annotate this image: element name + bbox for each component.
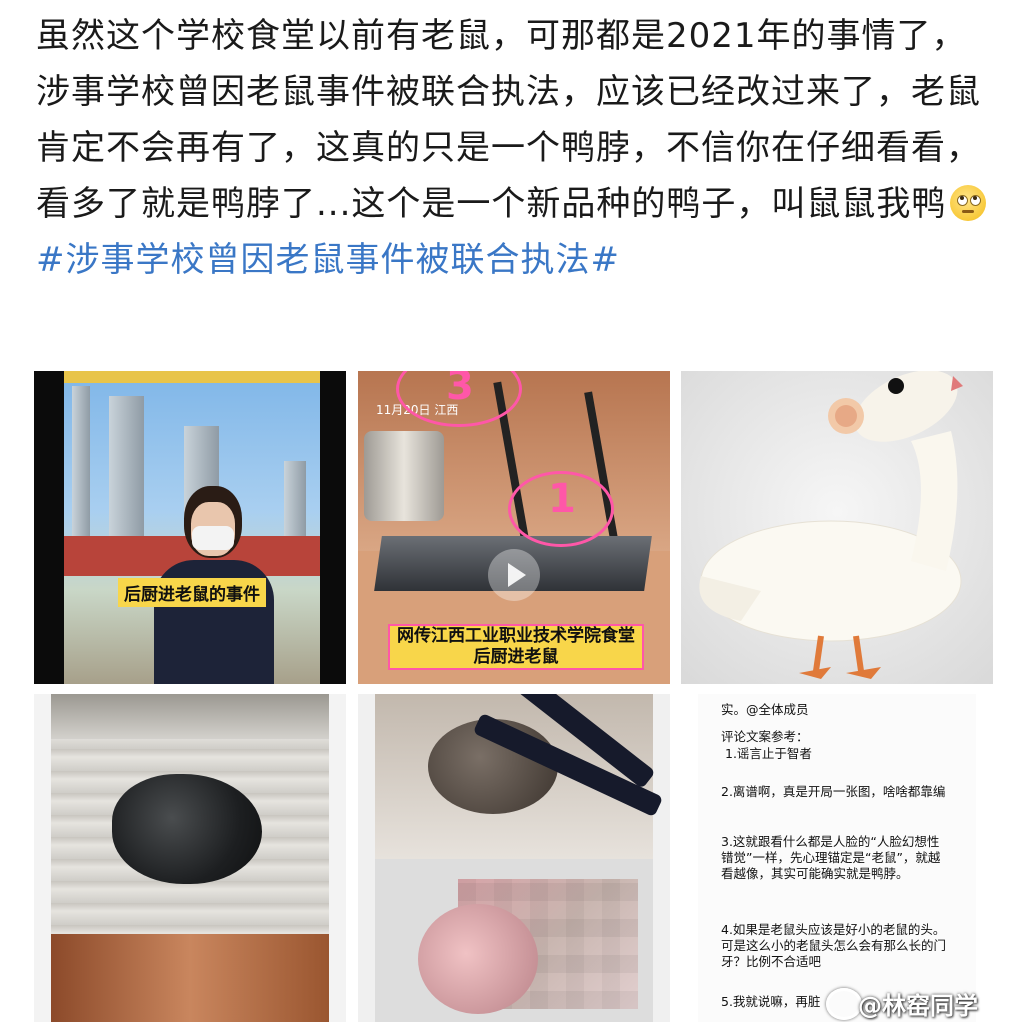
chat-line: 1.谣言止于智者 (725, 746, 812, 761)
caption-line-1: 网传江西工业职业技术学院食堂 (397, 626, 635, 646)
steel-pot (364, 431, 444, 521)
image-hairball[interactable] (34, 694, 346, 1022)
image-chat-screenshot[interactable]: 实。@全体成员 评论文案参考： 1.谣言止于智者 2.离谱啊，真是开局一张图，啥… (681, 694, 993, 1022)
image-chopsticks[interactable] (358, 694, 670, 1022)
image-rat-duck[interactable] (681, 371, 993, 684)
building (72, 386, 90, 536)
video-caption: 网传江西工业职业技术学院食堂 后厨进老鼠 (388, 624, 644, 670)
post-body: 虽然这个学校食堂以前有老鼠，可那都是2021年的事情了，涉事学校曾因老鼠事件被联… (36, 16, 981, 224)
chat-line: 实。@全体成员 (721, 702, 809, 717)
image-kitchen-video[interactable]: 11月20日 江西 3 1 网传江西工业职业技术学院食堂 后厨进老鼠 (358, 371, 670, 684)
eye-roll-emoji-icon (950, 185, 987, 221)
image-news-video-1[interactable]: 后厨进老鼠的事件 (34, 371, 346, 684)
video-caption: 后厨进老鼠的事件 (118, 578, 266, 607)
hashtag-link[interactable]: #涉事学校曾因老鼠事件被联合执法# (36, 240, 620, 280)
pink-head (418, 904, 538, 1014)
rat-duck-illustration (699, 371, 963, 679)
chat-line: 2.离谱啊，真是开局一张图，啥啥都靠编 (721, 784, 946, 799)
play-icon[interactable] (488, 549, 540, 601)
building (109, 396, 144, 536)
hairy-lump (112, 774, 262, 884)
marker-1: 1 (548, 476, 576, 522)
image-grid: 后厨进老鼠的事件 11月20日 江西 3 1 网传江西工业职业技术学院食堂 后厨… (34, 371, 994, 1022)
chat-line: 评论文案参考： (721, 729, 809, 744)
video-banner (64, 371, 320, 383)
weibo-icon (826, 988, 862, 1020)
marker-3: 3 (446, 371, 474, 409)
meat-strip (51, 934, 329, 1022)
watermark: @林窑同学 (858, 992, 978, 1020)
photo-top (51, 694, 329, 739)
chat-line: 3.这就跟看什么都是人脸的“人脸幻想性错觉”一样，先心理锚定是“老鼠”，就越看越… (721, 834, 941, 881)
post-text: 虽然这个学校食堂以前有老鼠，可那都是2021年的事情了，涉事学校曾因老鼠事件被联… (36, 8, 996, 288)
caption-line-2: 后厨进老鼠 (473, 647, 559, 667)
building (284, 461, 306, 536)
chat-line: 4.如果是老鼠头应该是好小的老鼠的头。可是这么小的老鼠头怎么会有那么长的门牙？比… (721, 922, 947, 969)
